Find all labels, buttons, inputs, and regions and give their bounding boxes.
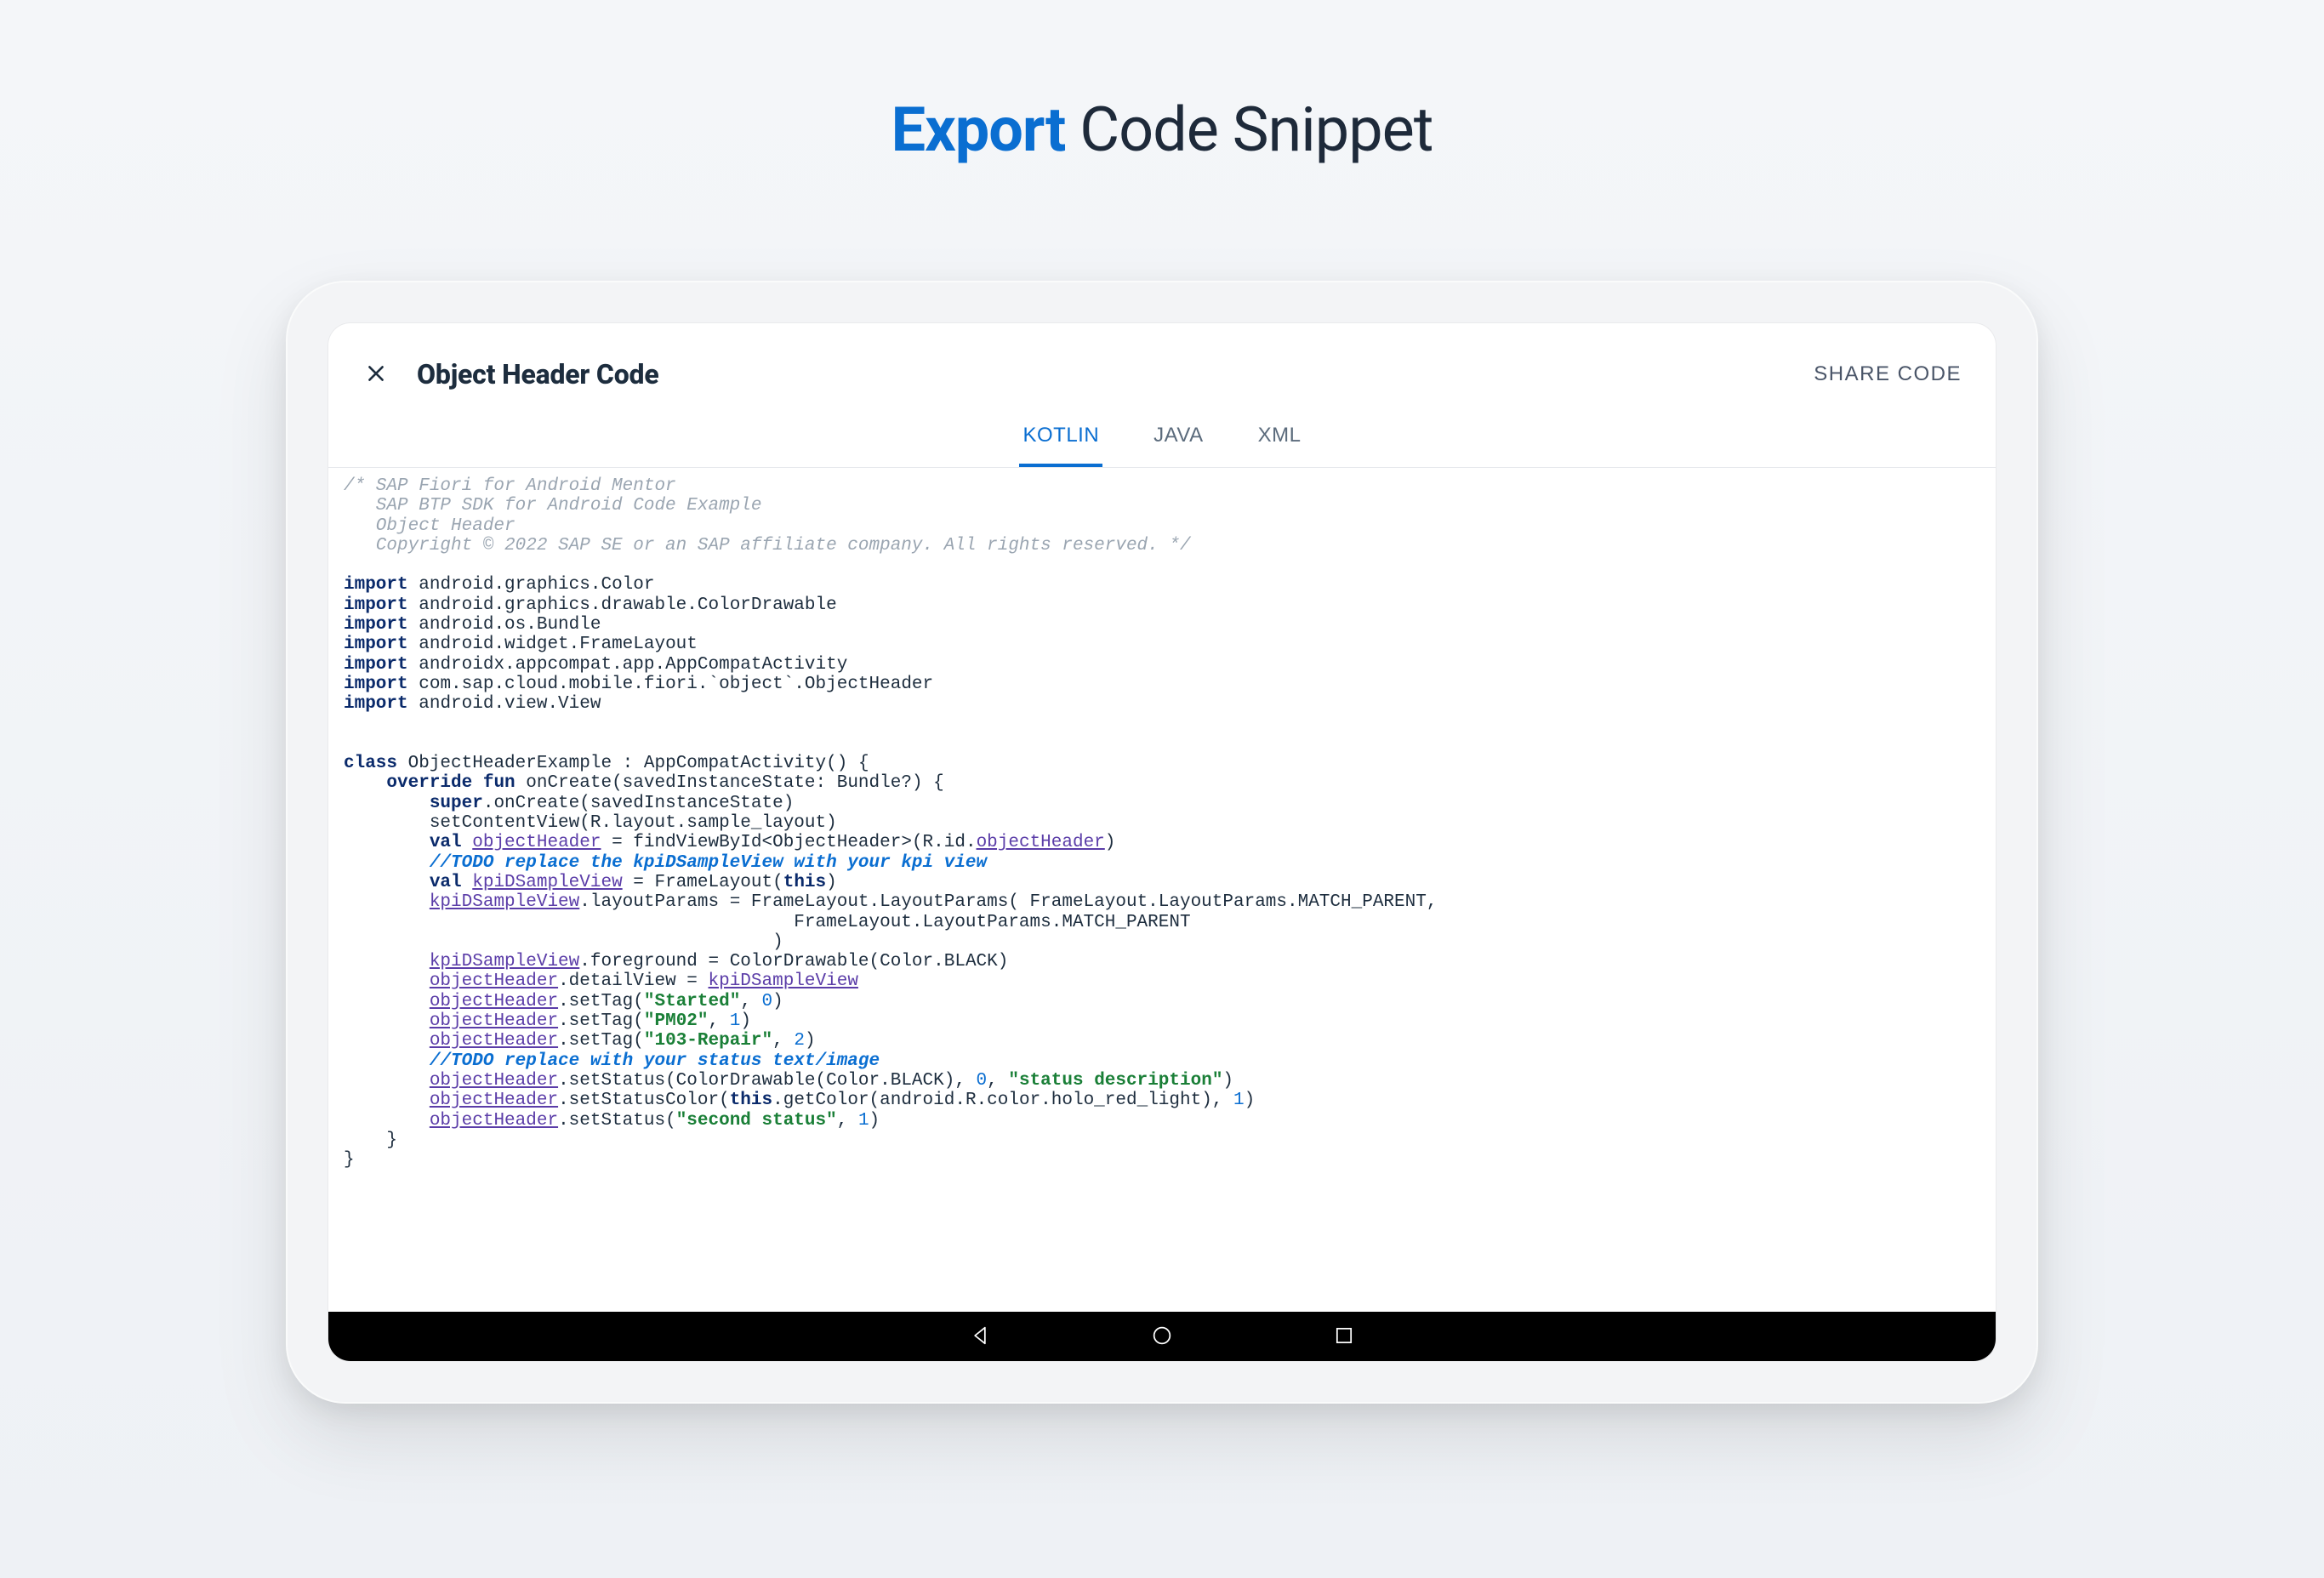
- code-viewer[interactable]: /* SAP Fiori for Android Mentor SAP BTP …: [328, 468, 1996, 1312]
- super-call: .onCreate(savedInstanceState): [483, 794, 794, 813]
- n1: 1: [730, 1011, 741, 1031]
- id-objectHeader: objectHeader: [430, 1111, 558, 1131]
- set-tag-prefix: .setTag(: [558, 992, 644, 1011]
- set-tag-prefix: .setTag(: [558, 1011, 644, 1031]
- kw-this: this: [783, 873, 826, 892]
- app-toolbar: Object Header Code SHARE CODE: [328, 323, 1996, 412]
- close-button[interactable]: [359, 357, 393, 391]
- kw-val: val: [430, 833, 462, 852]
- n0: 0: [762, 992, 773, 1011]
- nav-back-button[interactable]: [965, 1322, 994, 1351]
- nav-recents-button[interactable]: [1330, 1322, 1359, 1351]
- kw-import: import: [344, 694, 408, 714]
- circle-home-icon: [1150, 1324, 1174, 1350]
- tab-kotlin[interactable]: KOTLIN: [1019, 412, 1102, 467]
- import-5: com.sap.cloud.mobile.fiori.`object`.Obje…: [419, 675, 933, 694]
- set-status2-prefix: .setStatus(: [558, 1111, 676, 1131]
- id-objectHeader: objectHeader: [430, 1031, 558, 1051]
- layout-params-2: FrameLayout.LayoutParams.MATCH_PARENT: [344, 913, 1191, 932]
- kw-this: this: [730, 1091, 772, 1110]
- close-icon: [365, 362, 387, 387]
- import-4: androidx.appcompat.app.AppCompatActivity: [419, 655, 847, 675]
- tag2: "PM02": [644, 1011, 709, 1031]
- toolbar-left-group: Object Header Code: [359, 357, 658, 391]
- import-3: android.widget.FrameLayout: [419, 635, 698, 654]
- kw-import: import: [344, 615, 408, 635]
- second-status: "second status": [676, 1111, 837, 1131]
- tag3: "103-Repair": [644, 1031, 772, 1051]
- id-kpiDSampleView: kpiDSampleView: [709, 971, 858, 991]
- todo-2: //TODO replace with your status text/ima…: [430, 1051, 880, 1071]
- set-status-prefix: .setStatus(ColorDrawable(Color.BLACK),: [558, 1071, 976, 1091]
- foreground-line: .foreground = ColorDrawable(Color.BLACK): [579, 952, 1008, 971]
- kw-class: class: [344, 754, 397, 773]
- kw-import: import: [344, 575, 408, 595]
- triangle-back-icon: [968, 1324, 992, 1350]
- layout-params-close: ): [344, 932, 783, 952]
- android-navbar: [328, 1312, 1996, 1361]
- tablet-device-frame: Object Header Code SHARE CODE KOTLIN JAV…: [286, 281, 2038, 1404]
- n0: 0: [977, 1071, 988, 1091]
- headline-rest: Code Snippet: [1065, 94, 1433, 166]
- n1: 1: [858, 1111, 869, 1131]
- id-objectHeader: objectHeader: [430, 1071, 558, 1091]
- tag1: "Started": [644, 992, 740, 1011]
- frame-layout-assign: = FrameLayout(: [623, 873, 783, 892]
- share-code-button[interactable]: SHARE CODE: [1810, 356, 1965, 393]
- set-tag-prefix: .setTag(: [558, 1031, 644, 1051]
- kw-val: val: [430, 873, 462, 892]
- todo-1: //TODO replace the kpiDSampleView with y…: [430, 853, 987, 873]
- kw-import: import: [344, 635, 408, 654]
- tab-java[interactable]: JAVA: [1150, 412, 1206, 467]
- n2: 2: [794, 1031, 805, 1051]
- import-6: android.view.View: [419, 694, 601, 714]
- find-view-mid: = findViewById<ObjectHeader>(R.id.: [601, 833, 976, 852]
- import-2: android.os.Bundle: [419, 615, 601, 635]
- fun-sig: onCreate(savedInstanceState: Bundle?): [526, 773, 922, 793]
- kw-super: super: [430, 794, 483, 813]
- set-content-view: setContentView(R.layout.sample_layout): [430, 813, 837, 833]
- n1: 1: [1233, 1091, 1245, 1110]
- language-tabbar: KOTLIN JAVA XML: [328, 412, 1996, 468]
- id-kpiDSampleView: kpiDSampleView: [430, 892, 579, 912]
- page-headline: Export Code Snippet: [0, 94, 2324, 166]
- import-1: android.graphics.drawable.ColorDrawable: [419, 595, 836, 615]
- get-color-mid: .getColor(android.R.color.holo_red_light…: [772, 1091, 1233, 1110]
- kw-override-fun: override fun: [386, 773, 515, 793]
- kw-import: import: [344, 675, 408, 694]
- id-objectHeader: objectHeader: [430, 992, 558, 1011]
- code-comment-block: /* SAP Fiori for Android Mentor SAP BTP …: [344, 476, 1191, 555]
- import-0: android.graphics.Color: [419, 575, 654, 595]
- kw-import: import: [344, 655, 408, 675]
- id-objectHeader: objectHeader: [430, 971, 558, 991]
- square-recents-icon: [1332, 1324, 1356, 1350]
- layout-params-1: .layoutParams = FrameLayout.LayoutParams…: [579, 892, 1437, 912]
- id-kpiDSampleView: kpiDSampleView: [430, 952, 579, 971]
- page-title: Object Header Code: [417, 358, 658, 390]
- headline-accent: Export: [891, 94, 1066, 166]
- detail-view-line: .detailView =: [558, 971, 708, 991]
- id-objectHeader: objectHeader: [430, 1011, 558, 1031]
- id-objectHeader: objectHeader: [472, 833, 601, 852]
- id-objectHeader: objectHeader: [977, 833, 1105, 852]
- kw-import: import: [344, 595, 408, 615]
- set-status-color-mid: .setStatusColor(: [558, 1091, 730, 1110]
- tab-xml[interactable]: XML: [1255, 412, 1305, 467]
- status-desc: "status description": [1008, 1071, 1222, 1091]
- class-name: ObjectHeaderExample: [408, 754, 612, 773]
- tablet-screen: Object Header Code SHARE CODE KOTLIN JAV…: [328, 323, 1996, 1361]
- id-kpiDSampleView: kpiDSampleView: [472, 873, 622, 892]
- super-class: AppCompatActivity: [644, 754, 826, 773]
- id-objectHeader: objectHeader: [430, 1091, 558, 1110]
- nav-home-button[interactable]: [1148, 1322, 1176, 1351]
